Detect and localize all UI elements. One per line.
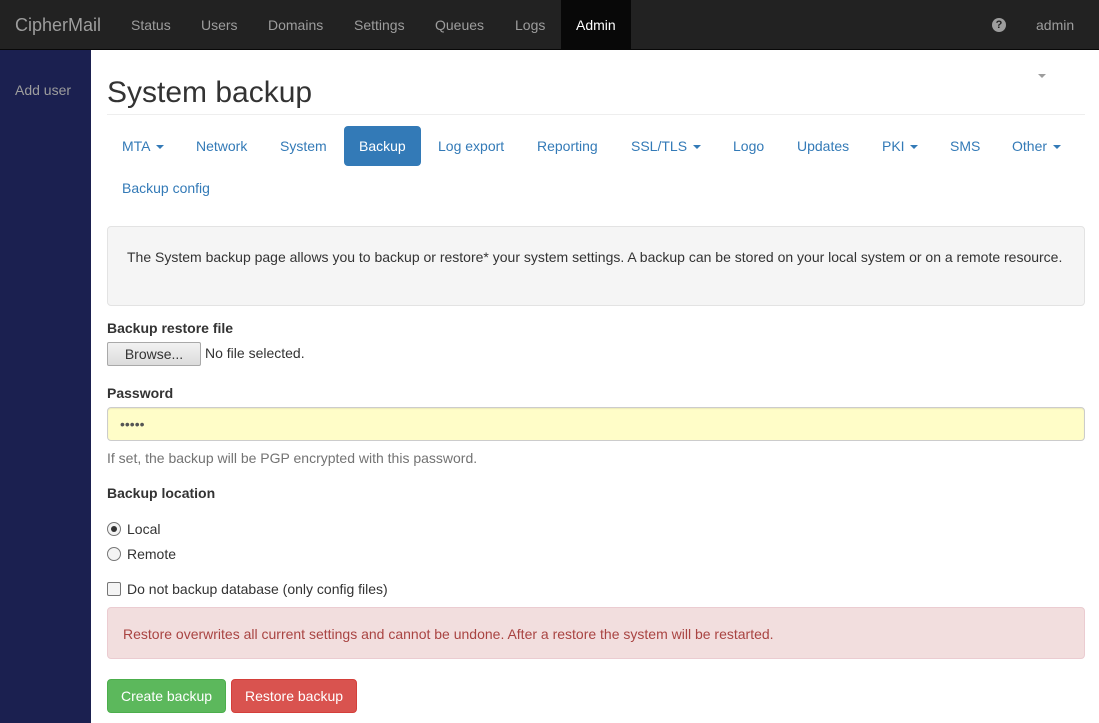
- file-status: No file selected.: [205, 345, 305, 361]
- sidebar-item-add-user[interactable]: Add user: [15, 82, 71, 98]
- divider: [107, 114, 1085, 115]
- caret-down-icon: [910, 145, 919, 150]
- page-title: System backup: [107, 76, 313, 109]
- nav-settings[interactable]: Settings: [339, 0, 420, 50]
- radio-label: Local: [127, 521, 161, 537]
- radio-remote[interactable]: Remote: [107, 544, 176, 564]
- create-backup-button[interactable]: Create backup: [107, 679, 226, 713]
- tab-backup[interactable]: Backup: [344, 126, 421, 166]
- restore-backup-button[interactable]: Restore backup: [231, 679, 357, 713]
- nav-users[interactable]: Users: [186, 0, 253, 50]
- nav-status[interactable]: Status: [116, 0, 186, 50]
- no-db-checkbox-row[interactable]: Do not backup database (only config file…: [107, 579, 388, 599]
- radio-label: Remote: [127, 546, 177, 562]
- nav-queues[interactable]: Queues: [420, 0, 499, 50]
- restore-file-label: Backup restore file: [107, 320, 234, 336]
- tab-label: PKI: [882, 138, 905, 154]
- checkbox-unchecked-icon[interactable]: [107, 582, 121, 596]
- checkbox-label: Do not backup database (only config file…: [127, 581, 388, 597]
- sidebar: Add user: [0, 50, 91, 723]
- restore-warning-alert: Restore overwrites all current settings …: [107, 607, 1085, 659]
- tab-other[interactable]: Other: [997, 126, 1076, 166]
- tab-label: Other: [1012, 138, 1048, 154]
- nav-domains[interactable]: Domains: [253, 0, 338, 50]
- password-label: Password: [107, 385, 174, 401]
- question-circle-icon[interactable]: ?: [992, 18, 1006, 32]
- brand-logo[interactable]: CipherMail: [15, 15, 101, 35]
- tab-network[interactable]: Network: [181, 126, 262, 166]
- nav-logs[interactable]: Logs: [500, 0, 560, 50]
- tab-mta[interactable]: MTA: [107, 126, 179, 166]
- info-well: The System backup page allows you to bac…: [107, 226, 1085, 306]
- location-label: Backup location: [107, 485, 216, 501]
- tab-backup-config[interactable]: Backup config: [107, 168, 225, 208]
- radio-unchecked-icon[interactable]: [107, 547, 121, 561]
- tab-updates[interactable]: Updates: [782, 126, 864, 166]
- caret-down-icon: [692, 145, 701, 150]
- user-menu[interactable]: admin: [1021, 0, 1099, 79]
- tab-reporting[interactable]: Reporting: [522, 126, 613, 166]
- tab-system[interactable]: System: [265, 126, 342, 166]
- user-name: admin: [1036, 17, 1075, 33]
- tab-sms[interactable]: SMS: [935, 126, 995, 166]
- caret-down-icon: [1052, 145, 1061, 150]
- password-help: If set, the backup will be PGP encrypted…: [107, 450, 478, 466]
- radio-checked-icon[interactable]: [107, 522, 121, 536]
- caret-down-icon: [155, 145, 164, 150]
- browse-button[interactable]: Browse...: [107, 342, 201, 366]
- tab-label: MTA: [122, 138, 150, 154]
- tab-ssl-tls[interactable]: SSL/TLS: [616, 126, 716, 166]
- caret-down-icon: [1038, 74, 1046, 79]
- tab-logo[interactable]: Logo: [718, 126, 779, 166]
- tab-log-export[interactable]: Log export: [423, 126, 519, 166]
- tab-pki[interactable]: PKI: [867, 126, 933, 166]
- tab-label: SSL/TLS: [631, 138, 688, 154]
- radio-local[interactable]: Local: [107, 519, 160, 539]
- top-navbar: CipherMail Status Users Domains Settings…: [0, 0, 1099, 79]
- password-field[interactable]: •••••: [107, 407, 1085, 441]
- nav-admin[interactable]: Admin: [561, 0, 631, 50]
